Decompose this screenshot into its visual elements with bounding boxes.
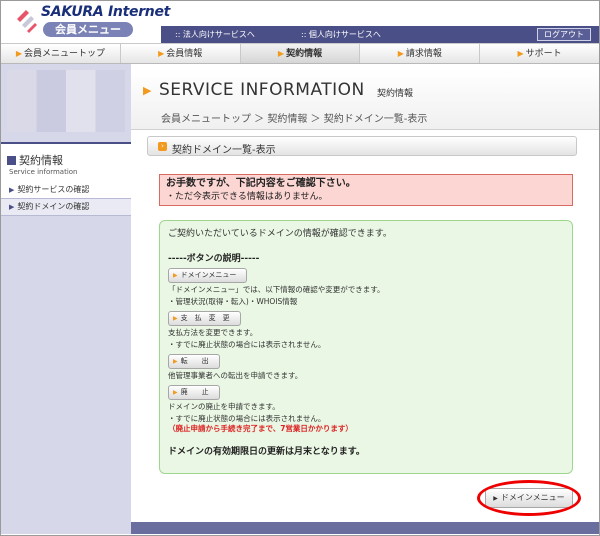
triangle-right-icon: ▶ [173, 272, 178, 279]
double-arrow-icon: ▶ [143, 84, 152, 97]
alert-title: お手数ですが、下記内容をご確認下さい。 [166, 178, 356, 189]
nav-billing-info[interactable]: ▶ 請求情報 [360, 44, 481, 63]
main-nav: ▶ 会員メニュートップ ▶ 会員情報 ▶ 契約情報 ▶ 請求情報 ▶ サポート [1, 43, 599, 64]
logout-button[interactable]: ログアウト [537, 28, 591, 41]
header-bar: :: 法人向けサービスへ :: 個人向けサービスへ ログアウト [161, 26, 599, 43]
sample-transfer-button: ▶ 転 出 [168, 354, 220, 369]
arrow-icon: ▶ [158, 49, 165, 58]
caret-right-icon: ▶ [9, 203, 15, 211]
sidebar: 契約情報 Service information ▶ 契約サービスの確認 ▶ 契約ド… [1, 64, 131, 534]
sidebar-item-contract-domains[interactable]: ▶ 契約ドメインの確認 [1, 199, 131, 216]
triangle-right-icon: ▶ [173, 358, 178, 365]
sakura-logo-icon [17, 10, 37, 33]
breadcrumb: 会員メニュートップ ＞ 契約情報 ＞ 契約ドメイン一覧-表示 [161, 114, 428, 125]
highlight-circle [477, 480, 581, 516]
nav-member-info[interactable]: ▶ 会員情報 [121, 44, 241, 63]
logo-subtitle: 会員メニュー [43, 22, 133, 37]
service-header: ▶ SERVICE INFORMATION 契約情報 会員メニュートップ ＞ 契… [131, 70, 599, 130]
link-personal-services[interactable]: :: 個人向けサービスへ [301, 29, 381, 40]
arrow-icon: ▶ [517, 49, 524, 58]
arrow-icon: ▶ [15, 49, 22, 58]
page-subtitle: 契約情報 [377, 89, 414, 99]
page-title: SERVICE INFORMATION [159, 80, 365, 100]
desc-domain-menu-1: 「ドメインメニュー」では、以下情報の確認や変更ができます。 [168, 285, 385, 294]
sample-payment-button: ▶ 支 払 変 更 [168, 311, 241, 326]
arrow-icon: ▶ [277, 49, 285, 58]
section-header: › 契約ドメイン一覧-表示 [147, 136, 577, 156]
desc-abolish-2: ・すでに廃止状態の場合には表示されません。 [168, 414, 326, 423]
sidebar-item-contract-services[interactable]: ▶ 契約サービスの確認 [1, 182, 131, 199]
triangle-right-icon: ▶ [173, 389, 178, 396]
main-content: ▶ SERVICE INFORMATION 契約情報 会員メニュートップ ＞ 契… [131, 64, 599, 534]
info-heading: -----ボタンの説明----- [168, 254, 260, 264]
nav-support[interactable]: ▶ サポート [480, 44, 599, 63]
sidebar-banner [7, 70, 125, 132]
arrow-icon: ▶ [397, 49, 404, 58]
desc-abolish-1: ドメインの廃止を申請できます。 [168, 402, 280, 411]
info-box: ご契約いただいているドメインの情報が確認できます。 -----ボタンの説明---… [159, 220, 573, 474]
desc-transfer: 他管理事業者への転出を申請できます。 [168, 371, 303, 380]
footer-bar [131, 522, 599, 534]
info-intro: ご契約いただいているドメインの情報が確認できます。 [168, 229, 392, 239]
desc-abolish-warning: （廃止申請から手続き完了まで、7営業日かかります） [168, 424, 353, 433]
alert-message: ・ただ今表示できる情報はありません。 [166, 192, 328, 202]
section-arrow-icon: › [158, 142, 167, 151]
desc-payment-1: 支払方法を変更できます。 [168, 328, 258, 337]
alert-box: お手数ですが、下記内容をご確認下さい。 ・ただ今表示できる情報はありません。 [159, 174, 573, 206]
nav-contract-info[interactable]: ▶ 契約情報 [240, 44, 361, 63]
sample-abolish-button: ▶ 廃 止 [168, 385, 220, 400]
caret-right-icon: ▶ [9, 186, 15, 194]
desc-domain-menu-2: ・管理状況(取得・転入)・WHOIS情報 [168, 297, 298, 306]
sidebar-title: 契約情報 [19, 154, 63, 167]
info-footer: ドメインの有効期限日の更新は月末となります。 [168, 447, 365, 457]
section-title: 契約ドメイン一覧-表示 [172, 145, 276, 156]
sidebar-header: 契約情報 Service information [1, 142, 131, 182]
triangle-right-icon: ▶ [173, 315, 178, 322]
sample-domain-menu-button: ▶ ドメインメニュー [168, 268, 248, 283]
logo-text: SAKURA Internet [41, 4, 171, 20]
site-header: SAKURA Internet 会員メニュー :: 法人向けサービスへ :: 個… [1, 1, 599, 43]
link-corporate-services[interactable]: :: 法人向けサービスへ [175, 29, 255, 40]
square-icon [7, 156, 16, 165]
desc-payment-2: ・すでに廃止状態の場合には表示されません。 [168, 340, 326, 349]
sidebar-title-en: Service information [9, 168, 78, 176]
nav-member-top[interactable]: ▶ 会員メニュートップ [1, 44, 121, 63]
